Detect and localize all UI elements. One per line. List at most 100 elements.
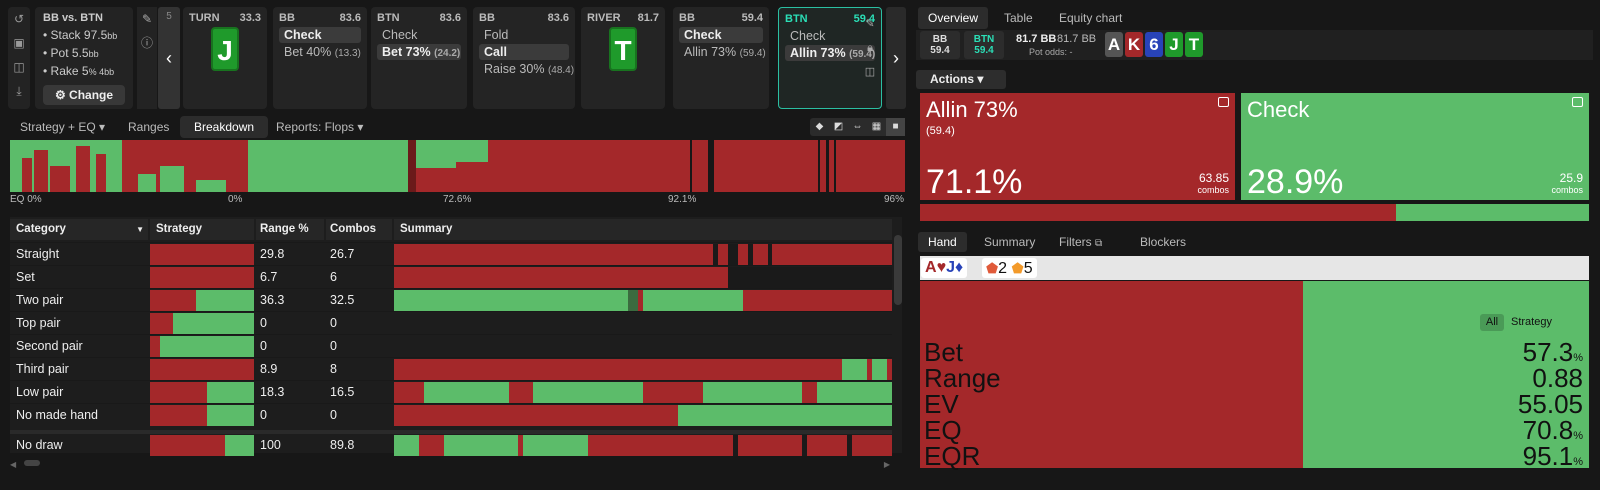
details-icon[interactable] [1572, 97, 1583, 107]
hand-tabs: Hand Summary Filters ⧉ Blockers [916, 232, 1593, 252]
action-option[interactable]: Fold [479, 27, 569, 43]
action-option[interactable]: Raise 30% (48.4) [479, 61, 574, 77]
edit-icon[interactable]: ✎ [863, 12, 877, 36]
street-card-0[interactable]: TURN 33.3 J [183, 7, 267, 109]
tab-strategy-eq[interactable]: Strategy + EQ ▾ [12, 116, 113, 138]
table-row[interactable]: Low pair 18.3 16.5 [10, 380, 892, 403]
action-option[interactable]: Bet 40% (13.3) [279, 44, 361, 60]
hand-selector: A♥J♦ ⬟2 ⬟5 [920, 256, 1589, 280]
next-button[interactable]: › [886, 7, 906, 109]
combos-value: 6 [330, 270, 337, 284]
table-row[interactable]: No draw 100 89.8 [10, 430, 892, 456]
bb-pill: BB 59.4 [920, 31, 960, 59]
header-summary[interactable]: Summary [394, 219, 892, 240]
combos-value: 89.8 [330, 438, 355, 452]
compress-icon[interactable]: ⇔ [848, 118, 867, 136]
split-icon[interactable]: ◫ [863, 60, 877, 84]
matchup-title: BB vs. BTN [43, 12, 103, 24]
street-card-2[interactable]: BTN 83.6 Check Bet 73% (24.2) [371, 7, 467, 109]
table-row[interactable]: No made hand 0 0 [10, 403, 892, 426]
hand-chip[interactable]: A♥J♦ [921, 258, 968, 278]
header-range[interactable]: Range % [256, 219, 324, 240]
action-option[interactable]: Call [479, 44, 569, 60]
square-icon[interactable]: ■ [886, 118, 905, 136]
action-option[interactable]: Check [679, 27, 763, 43]
strategy-bar-green [160, 336, 254, 357]
check-action-card[interactable]: Check 28.9% 25.9 combos [1241, 93, 1589, 201]
tab-ranges[interactable]: Ranges [120, 116, 177, 138]
change-button[interactable]: ⚙ Change [43, 85, 125, 105]
street-card-5[interactable]: BB 59.4 Check Allin 73% (59.4) [673, 7, 769, 109]
card-header: BB 83.6 [479, 12, 569, 24]
allin-action-card[interactable]: Allin 73% (59.4) 71.1% 63.85 combos [920, 93, 1235, 201]
cube-icon[interactable]: ◆ [810, 118, 829, 136]
range-value: 8.9 [260, 362, 278, 376]
combos-value: 32.5 [330, 293, 355, 307]
strategy-bar [150, 359, 254, 380]
tab-hand[interactable]: Hand [918, 232, 967, 252]
action-option[interactable]: Bet 73% (24.2) [377, 44, 461, 60]
tab-overview[interactable]: Overview [918, 7, 989, 29]
board-card: 6 [1145, 32, 1163, 57]
combos-value: 26.7 [330, 247, 355, 261]
export-icon[interactable]: ⤓ [8, 79, 30, 103]
blocker-chip[interactable]: ⬟2 ⬟5 [982, 258, 1037, 278]
grid-icon[interactable]: ▦ [867, 118, 886, 136]
lock-icon[interactable]: 🔒︎ [863, 36, 877, 60]
street-card-3[interactable]: BB 83.6 Fold Call Raise 30% (48.4) [473, 7, 575, 109]
tab-blockers[interactable]: Blockers [1130, 232, 1196, 252]
actions-dropdown[interactable]: Actions ▾ [916, 70, 1006, 89]
table-row[interactable]: Set 6.7 6 [10, 265, 892, 288]
horizontal-scrollbar[interactable]: ◀ ▶ [10, 458, 902, 469]
street-card-1[interactable]: BB 83.6 Check Bet 40% (13.3) [273, 7, 367, 109]
action-option[interactable]: Check [785, 28, 875, 44]
reset-icon[interactable]: ↺ [8, 7, 30, 31]
table-row[interactable]: Straight 29.8 26.7 [10, 242, 892, 265]
summary-bar [394, 267, 892, 288]
card-value: 81.7 [637, 12, 659, 24]
action-option[interactable]: Check [279, 27, 361, 43]
card-value: 83.6 [547, 12, 569, 24]
summary-segment [767, 244, 773, 265]
tab-filters[interactable]: Filters ⧉ [1049, 232, 1112, 252]
info-icon[interactable]: ⓘ [137, 31, 157, 55]
table-row[interactable]: Third pair 8.9 8 [10, 357, 892, 380]
header-strategy[interactable]: Strategy [150, 219, 254, 240]
strategy-toggle[interactable]: Strategy [1511, 314, 1552, 331]
all-toggle[interactable]: All [1480, 314, 1504, 331]
tab-summary[interactable]: Summary [974, 232, 1045, 252]
action-option[interactable]: Allin 73% (59.4) [785, 45, 875, 61]
card-position: BB [679, 12, 695, 24]
category-label: No made hand [16, 408, 99, 422]
tab-reports-flops[interactable]: Reports: Flops ▾ [268, 116, 371, 138]
action-option[interactable]: Allin 73% (59.4) [679, 44, 766, 60]
equity-strip [10, 140, 905, 192]
action-option[interactable]: Check [377, 27, 461, 43]
strategy-bar [150, 244, 254, 265]
gamepad-icon[interactable]: ◫ [8, 55, 30, 79]
summary-segment [394, 359, 892, 380]
shield-icon: ⬟ [986, 260, 999, 276]
tab-breakdown[interactable]: Breakdown [180, 116, 269, 138]
table-row[interactable]: Two pair 36.3 32.5 [10, 288, 892, 311]
allin-name: Allin 73% [926, 97, 1018, 122]
prev-button[interactable]: ‹ 5 [158, 7, 180, 109]
card-position: RIVER [587, 12, 621, 24]
edit-icon[interactable]: ✎ [137, 7, 157, 31]
pot-size: 81.7 BB [1016, 33, 1057, 45]
street-card-4[interactable]: RIVER 81.7 T [581, 7, 665, 109]
table-row[interactable]: Second pair 0 0 [10, 334, 892, 357]
contrast-icon[interactable]: ◩ [829, 118, 848, 136]
table-row[interactable]: Top pair 0 0 [10, 311, 892, 334]
street-card-6[interactable]: BTN 59.4 Check Allin 73% (59.4) ✎ 🔒︎ ◫ [778, 7, 882, 109]
tab-table[interactable]: Table [994, 7, 1043, 29]
details-icon[interactable] [1218, 97, 1229, 107]
vertical-scrollbar[interactable] [894, 235, 902, 305]
board-card: J [211, 27, 239, 71]
header-category[interactable]: Category ▼ [10, 219, 148, 240]
header-combos[interactable]: Combos [326, 219, 392, 240]
check-combos: 25.9 combos [1551, 171, 1583, 195]
save-icon[interactable]: ▣ [8, 31, 30, 55]
tab-equity-chart[interactable]: Equity chart [1049, 7, 1132, 29]
card-value: 59.4 [741, 12, 763, 24]
